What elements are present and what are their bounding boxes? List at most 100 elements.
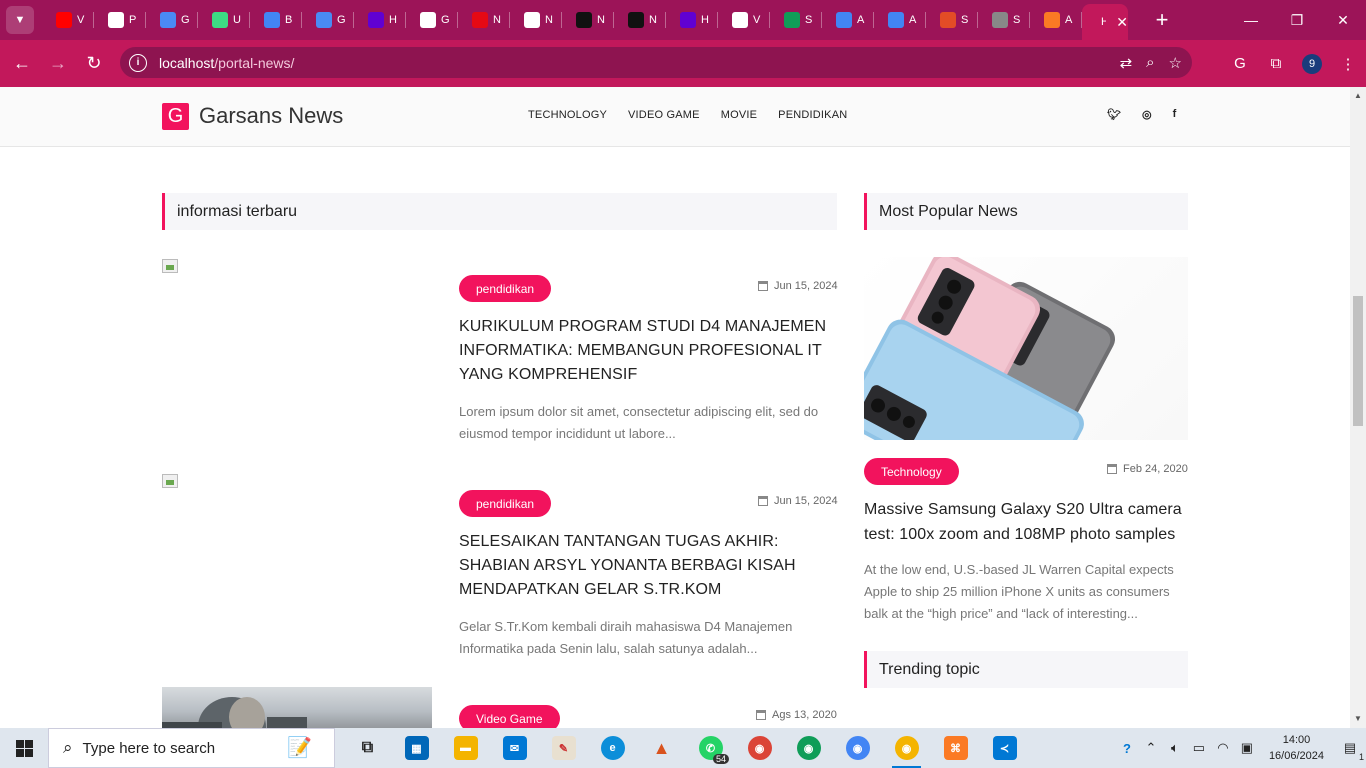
new-tab-button[interactable]: + [1148, 7, 1176, 33]
scroll-thumb[interactable] [1353, 296, 1363, 426]
browser-tab[interactable]: N [562, 0, 614, 40]
restore-button[interactable]: ❐ [1274, 0, 1320, 40]
battery-icon[interactable]: ▭ [1187, 740, 1211, 756]
minimize-button[interactable]: — [1228, 0, 1274, 40]
browser-tab[interactable]: G [406, 0, 458, 40]
taskbar-chrome[interactable]: ◉ [784, 728, 833, 768]
browser-tab[interactable]: S [926, 0, 978, 40]
back-button[interactable]: ← [4, 46, 40, 82]
site-info-icon[interactable]: i [129, 53, 147, 72]
browser-tab[interactable]: G [302, 0, 354, 40]
taskbar-whatsapp[interactable]: ✆ 54 [686, 728, 735, 768]
tab-title: N [649, 14, 657, 26]
popular-post-title[interactable]: Massive Samsung Galaxy S20 Ultra camera … [864, 497, 1188, 547]
post-thumbnail-broken[interactable] [162, 474, 178, 488]
browser-tab[interactable]: V [42, 0, 94, 40]
taskbar-chrome-active[interactable]: ◉ [882, 728, 931, 768]
taskbar-paint[interactable]: ✎ [539, 728, 588, 768]
post-thumbnail-broken[interactable] [162, 259, 178, 273]
nav-item-movie[interactable]: MOVIE [721, 109, 757, 121]
taskbar-chrome[interactable]: ◉ [735, 728, 784, 768]
taskbar-mail[interactable]: ✉ [490, 728, 539, 768]
start-button[interactable] [0, 728, 48, 768]
back-arrow-icon: ← [13, 53, 31, 73]
tab-title: N [597, 14, 605, 26]
forward-arrow-icon: → [49, 53, 67, 73]
wifi-icon[interactable]: ◠ [1211, 740, 1235, 756]
translate-extension-icon[interactable]: G [1222, 46, 1258, 82]
facebook-icon[interactable]: f [1173, 108, 1177, 121]
browser-tab[interactable]: A [1030, 0, 1082, 40]
popular-post-image[interactable] [864, 257, 1188, 440]
site-name[interactable]: Garsans News [199, 103, 343, 129]
chevron-up-icon[interactable]: ⌃ [1139, 740, 1163, 756]
browser-tab[interactable]: A [822, 0, 874, 40]
url-text[interactable]: localhost/portal-news/ [159, 55, 294, 71]
volume-icon[interactable]: 🔈︎ [1163, 740, 1187, 756]
scroll-up-icon[interactable]: ▲ [1353, 91, 1363, 101]
zoom-icon[interactable]: ⌕ [1146, 54, 1154, 71]
browser-tab[interactable]: B [250, 0, 302, 40]
browser-tab[interactable]: U [198, 0, 250, 40]
slash-icon [628, 12, 644, 28]
taskbar-search-box[interactable]: ⌕ Type here to search 📝 [48, 728, 335, 768]
help-icon[interactable]: ? [1115, 741, 1139, 756]
post-title[interactable]: SELESAIKAN TANTANGAN TUGAS AKHIR: SHABIA… [459, 530, 839, 602]
browser-tab[interactable]: N [510, 0, 562, 40]
post-title[interactable]: KURIKULUM PROGRAM STUDI D4 MANAJEMEN INF… [459, 315, 829, 387]
browser-tab[interactable]: N [614, 0, 666, 40]
reload-icon: ↻ [86, 53, 102, 73]
clock[interactable]: 14:00 16/06/2024 [1269, 732, 1324, 764]
close-tab-icon[interactable]: ✕ [1116, 14, 1128, 31]
tab-title: G [441, 14, 449, 26]
category-badge[interactable]: Technology [864, 458, 959, 485]
instagram-icon[interactable]: ◎ [1142, 108, 1152, 121]
category-badge[interactable]: pendidikan [459, 490, 552, 517]
browser-tab-active[interactable]: H ✕ [1082, 4, 1128, 40]
nav-item-technology[interactable]: TECHNOLOGY [528, 109, 607, 121]
tab-title: S [1013, 14, 1021, 26]
display-icon[interactable]: ▣ [1235, 740, 1259, 756]
taskbar-xampp[interactable]: ⌘ [931, 728, 980, 768]
category-badge[interactable]: Video Game [459, 705, 560, 728]
forward-button[interactable]: → [40, 46, 76, 82]
page-scrollbar[interactable]: ▲ ▼ [1350, 87, 1366, 728]
reload-button[interactable]: ↻ [76, 46, 112, 82]
taskbar-store[interactable]: ▦ [392, 728, 441, 768]
notification-icon[interactable]: ▤ 1 [1334, 740, 1366, 762]
browser-tab[interactable]: H [666, 0, 718, 40]
browser-tab[interactable]: S [978, 0, 1030, 40]
post-excerpt: Lorem ipsum dolor sit amet, consectetur … [459, 404, 819, 441]
menu-kebab-icon[interactable]: ⋮ [1330, 46, 1366, 82]
taskbar-matlab[interactable]: ▲ [637, 728, 686, 768]
taskbar-edge[interactable]: e [588, 728, 637, 768]
tab-search-button[interactable]: ▼ [6, 6, 34, 34]
task-view-button[interactable]: ⧉ [343, 728, 392, 768]
nav-item-video-game[interactable]: VIDEO GAME [628, 109, 700, 121]
close-window-button[interactable]: ✕ [1320, 0, 1366, 40]
browser-tab[interactable]: N [458, 0, 510, 40]
browser-tab[interactable]: V [718, 0, 770, 40]
bookmark-star-icon[interactable]: ☆ [1169, 54, 1182, 72]
browser-tab[interactable]: G [146, 0, 198, 40]
nav-item-pendidikan[interactable]: PENDIDIKAN [778, 109, 847, 121]
translate-icon[interactable]: ⇄ [1120, 54, 1133, 72]
plus-icon: + [1155, 7, 1169, 32]
logo-icon[interactable]: G [162, 103, 189, 130]
taskbar-chrome[interactable]: ◉ [833, 728, 882, 768]
post-excerpt: Gelar S.Tr.Kom kembali diraih mahasiswa … [459, 619, 793, 656]
twitter-icon[interactable]: 🐦︎ [1107, 108, 1121, 121]
browser-tab[interactable]: A [874, 0, 926, 40]
category-badge[interactable]: pendidikan [459, 275, 552, 302]
browser-tab[interactable]: H [354, 0, 406, 40]
scroll-down-icon[interactable]: ▼ [1353, 714, 1363, 724]
taskbar-vscode[interactable]: ≺ [980, 728, 1029, 768]
taskbar-file-explorer[interactable]: ▬ [441, 728, 490, 768]
address-bar[interactable]: i localhost/portal-news/ ⇄ ⌕ ☆ [120, 47, 1192, 78]
extensions-puzzle-icon[interactable]: ⧉ [1258, 46, 1294, 82]
post-thumbnail-game[interactable] [162, 687, 432, 728]
browser-tab[interactable]: S [770, 0, 822, 40]
profile-button[interactable]: 9 [1294, 46, 1330, 82]
browser-tab[interactable]: P [94, 0, 146, 40]
chevron-down-icon: ▼ [14, 14, 26, 26]
